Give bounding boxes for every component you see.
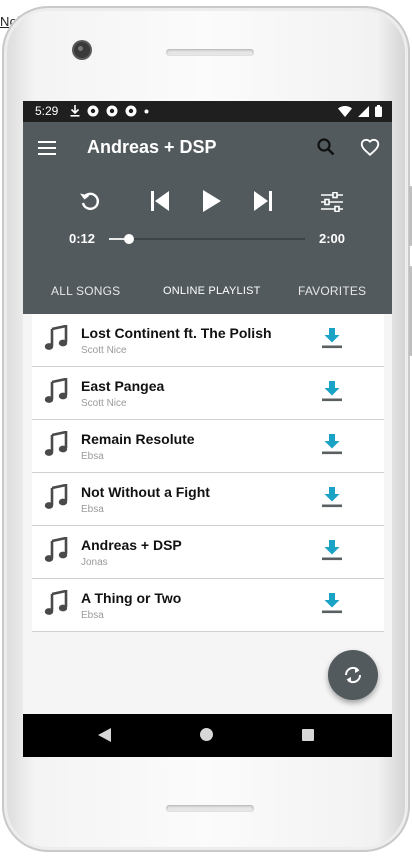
song-row[interactable]: Not Without a Fight Ebsa [32,473,384,526]
music-note-icon [44,484,68,509]
download-notification-icon [70,105,80,117]
song-row[interactable]: Andreas + DSP Jonas [32,526,384,579]
song-artist: Ebsa [81,451,104,462]
app-title: Andreas + DSP [87,137,217,157]
music-note-icon [44,325,68,350]
song-row[interactable]: East Pangea Scott Nice [32,367,384,420]
equalizer-icon[interactable] [320,192,344,212]
music-note-icon [44,590,68,615]
play-icon[interactable] [202,190,222,212]
song-row[interactable]: Lost Continent ft. The Polish Scott Nice [32,314,384,367]
player-panel: Andreas + DSP 0:12 2:00 ALL SONGS ONLINE… [23,122,392,314]
tab-favorites[interactable]: FAVORITES [298,284,366,298]
skip-next-icon[interactable] [253,190,273,212]
tab-bar: ALL SONGS ONLINE PLAYLIST FAVORITES [23,272,392,314]
song-list: Lost Continent ft. The Polish Scott Nice E… [32,314,384,632]
total-time: 2:00 [319,231,346,246]
seek-bar[interactable] [109,234,305,244]
chrome-notification-icon [87,105,99,117]
chrome-notification-icon [125,105,137,117]
skip-previous-icon[interactable] [150,190,170,212]
song-title: Not Without a Fight [81,484,210,500]
download-icon[interactable] [321,380,343,402]
phone-screen: 5:29 Andreas + DSP 0:12 2:00 ALL SONGS O… [23,101,392,757]
status-time: 5:29 [35,104,59,118]
sync-icon [344,666,362,684]
seek-bar-thumb[interactable] [123,234,134,244]
song-title: Remain Resolute [81,431,195,447]
bottom-speaker [166,805,254,812]
home-icon[interactable] [200,728,213,741]
current-time: 0:12 [69,231,96,246]
song-artist: Jonas [81,557,108,568]
cell-signal-icon [358,105,369,117]
replay-icon[interactable] [78,189,102,213]
front-camera [74,42,90,58]
recent-apps-icon[interactable] [302,729,314,741]
download-icon[interactable] [321,327,343,349]
tab-online-playlist[interactable]: ONLINE PLAYLIST [163,285,261,297]
status-bar: 5:29 [23,101,392,122]
back-icon[interactable] [98,728,111,742]
song-artist: Scott Nice [81,398,127,409]
battery-icon [375,105,382,117]
song-title: East Pangea [81,378,165,394]
song-title: Andreas + DSP [81,537,182,553]
song-artist: Ebsa [81,610,104,621]
sync-button[interactable] [328,650,378,700]
music-note-icon [44,537,68,562]
download-icon[interactable] [321,486,343,508]
more-notifications-dot-icon [144,109,149,113]
menu-icon[interactable] [38,141,56,155]
song-row[interactable]: A Thing or Two Ebsa [32,579,384,632]
music-note-icon [44,378,68,403]
song-artist: Scott Nice [81,345,127,356]
download-icon[interactable] [321,539,343,561]
search-icon[interactable] [316,137,336,157]
song-row[interactable]: Remain Resolute Ebsa [32,420,384,473]
download-icon[interactable] [321,592,343,614]
earpiece-speaker [166,49,254,56]
chrome-notification-icon [106,105,118,117]
heart-icon[interactable] [359,136,381,158]
song-title: Lost Continent ft. The Polish [81,325,272,341]
system-nav-bar [23,714,392,757]
download-icon[interactable] [321,433,343,455]
song-artist: Ebsa [81,504,104,515]
tab-all-songs[interactable]: ALL SONGS [51,284,120,298]
music-note-icon [44,431,68,456]
song-title: A Thing or Two [81,590,182,606]
wifi-icon [338,105,352,117]
